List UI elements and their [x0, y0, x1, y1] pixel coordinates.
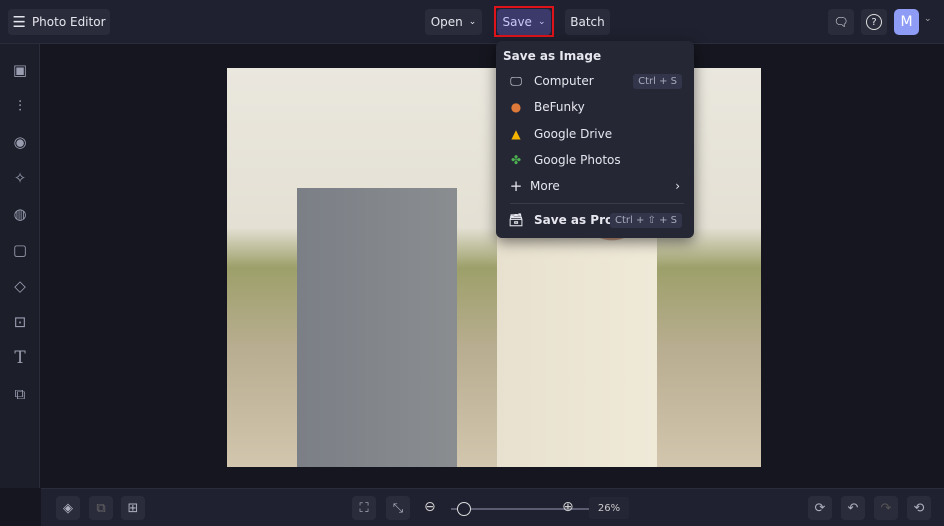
menu-label: Computer: [534, 74, 594, 88]
shortcut: Ctrl + S: [633, 73, 682, 89]
layers-button[interactable]: ◈: [56, 496, 80, 520]
menu-item-more[interactable]: + More ›: [496, 173, 694, 199]
fullscreen-icon: ⛶: [359, 500, 369, 516]
menu-item-google-photos[interactable]: ✤ Google Photos: [496, 147, 694, 173]
copy-icon: ⧉: [96, 500, 106, 516]
hamburger-icon: ☰: [12, 13, 26, 31]
app-title: Photo Editor: [31, 15, 106, 29]
chevron-down-icon[interactable]: ⌄: [924, 14, 932, 24]
text-icon[interactable]: T: [0, 340, 40, 376]
menu-item-computer[interactable]: 🖵 Computer Ctrl + S: [496, 68, 694, 94]
history-icon: ⟲: [913, 500, 925, 516]
menu-app-button[interactable]: ☰ Photo Editor: [8, 9, 110, 35]
menu-item-google-drive[interactable]: ▲ Google Drive: [496, 121, 694, 147]
menu-item-befunky[interactable]: ● BeFunky: [496, 94, 694, 120]
briefcase-icon: 🗃: [508, 213, 524, 227]
shrink-icon: ⤡: [392, 500, 404, 516]
image-icon[interactable]: ▣: [0, 52, 40, 88]
layers-icon: ◈: [63, 500, 73, 516]
save-menu: Save as Image 🖵 Computer Ctrl + S ● BeFunky…: [496, 41, 694, 238]
avatar[interactable]: M: [894, 9, 919, 35]
chevron-down-icon: ⌄: [537, 17, 546, 27]
menu-label: More: [530, 179, 560, 193]
copy-button[interactable]: ⧉: [89, 496, 113, 520]
sparkles-icon[interactable]: ✧: [0, 160, 40, 196]
redo-button[interactable]: ↷: [874, 496, 898, 520]
refresh-icon: ⟳: [814, 500, 826, 516]
monitor-icon: 🖵: [510, 73, 522, 88]
redo-icon: ↷: [880, 500, 892, 516]
help-icon: ?: [866, 14, 882, 30]
chevron-right-icon: ›: [675, 179, 680, 193]
batch-button[interactable]: Batch: [565, 9, 610, 35]
texture-icon[interactable]: ⊡: [0, 304, 40, 340]
menu-item-save-project[interactable]: 🗃 Save as Project Ctrl + ⇧ + S: [496, 207, 694, 233]
chevron-down-icon: ⌄: [468, 17, 477, 27]
google-drive-icon: ▲: [511, 127, 521, 141]
open-label: Open: [430, 15, 463, 29]
menu-heading: Save as Image: [503, 49, 602, 63]
menu-label: Google Drive: [534, 127, 613, 141]
undo-button[interactable]: ↶: [841, 496, 865, 520]
menu-label: BeFunky: [534, 100, 585, 114]
sidebar: ▣ ⫶ ◉ ✧ ◍ ▢ ◇ ⊡ T ⧉: [0, 44, 40, 488]
eye-icon[interactable]: ◉: [0, 124, 40, 160]
actual-size-button[interactable]: ⤡: [386, 496, 410, 520]
top-bar: ☰ Photo Editor Open ⌄ Save ⌄ Batch 🗨 ? M ⌄: [0, 0, 944, 44]
plus-icon: +: [509, 177, 523, 195]
help-button[interactable]: ?: [861, 9, 887, 35]
grid-icon: ⊞: [127, 500, 139, 516]
menu-label: Google Photos: [534, 153, 621, 167]
comment-icon: 🗨: [833, 15, 849, 29]
shapes-icon[interactable]: ◇: [0, 268, 40, 304]
rotate-button[interactable]: ⟳: [808, 496, 832, 520]
batch-label: Batch: [570, 15, 605, 29]
sliders-icon[interactable]: ⫶: [0, 88, 40, 124]
zoom-in-icon[interactable]: ⊕: [562, 499, 574, 515]
grid-button[interactable]: ⊞: [121, 496, 145, 520]
save-button[interactable]: Save ⌄: [497, 9, 551, 35]
zoom-out-icon[interactable]: ⊖: [424, 499, 436, 515]
bottom-bar: ◈ ⧉ ⊞ ⛶ ⤡ ⊖ ⊕ 26% ⟳ ↶ ↷ ⟲: [41, 488, 944, 526]
overlay-icon[interactable]: ⧉: [0, 376, 40, 412]
zoom-value[interactable]: 26%: [589, 497, 629, 519]
shortcut: Ctrl + ⇧ + S: [610, 212, 682, 228]
frame-icon[interactable]: ▢: [0, 232, 40, 268]
google-photos-icon: ✤: [510, 153, 522, 167]
zoom-slider-thumb[interactable]: [457, 502, 472, 516]
comments-button[interactable]: 🗨: [828, 9, 854, 35]
open-button[interactable]: Open ⌄: [425, 9, 482, 35]
save-label: Save: [502, 15, 532, 29]
undo-icon: ↶: [847, 500, 859, 516]
befunky-icon: ●: [510, 100, 522, 114]
fit-button[interactable]: ⛶: [352, 496, 376, 520]
menu-divider: [510, 203, 684, 204]
history-button[interactable]: ⟲: [907, 496, 931, 520]
palette-icon[interactable]: ◍: [0, 196, 40, 232]
